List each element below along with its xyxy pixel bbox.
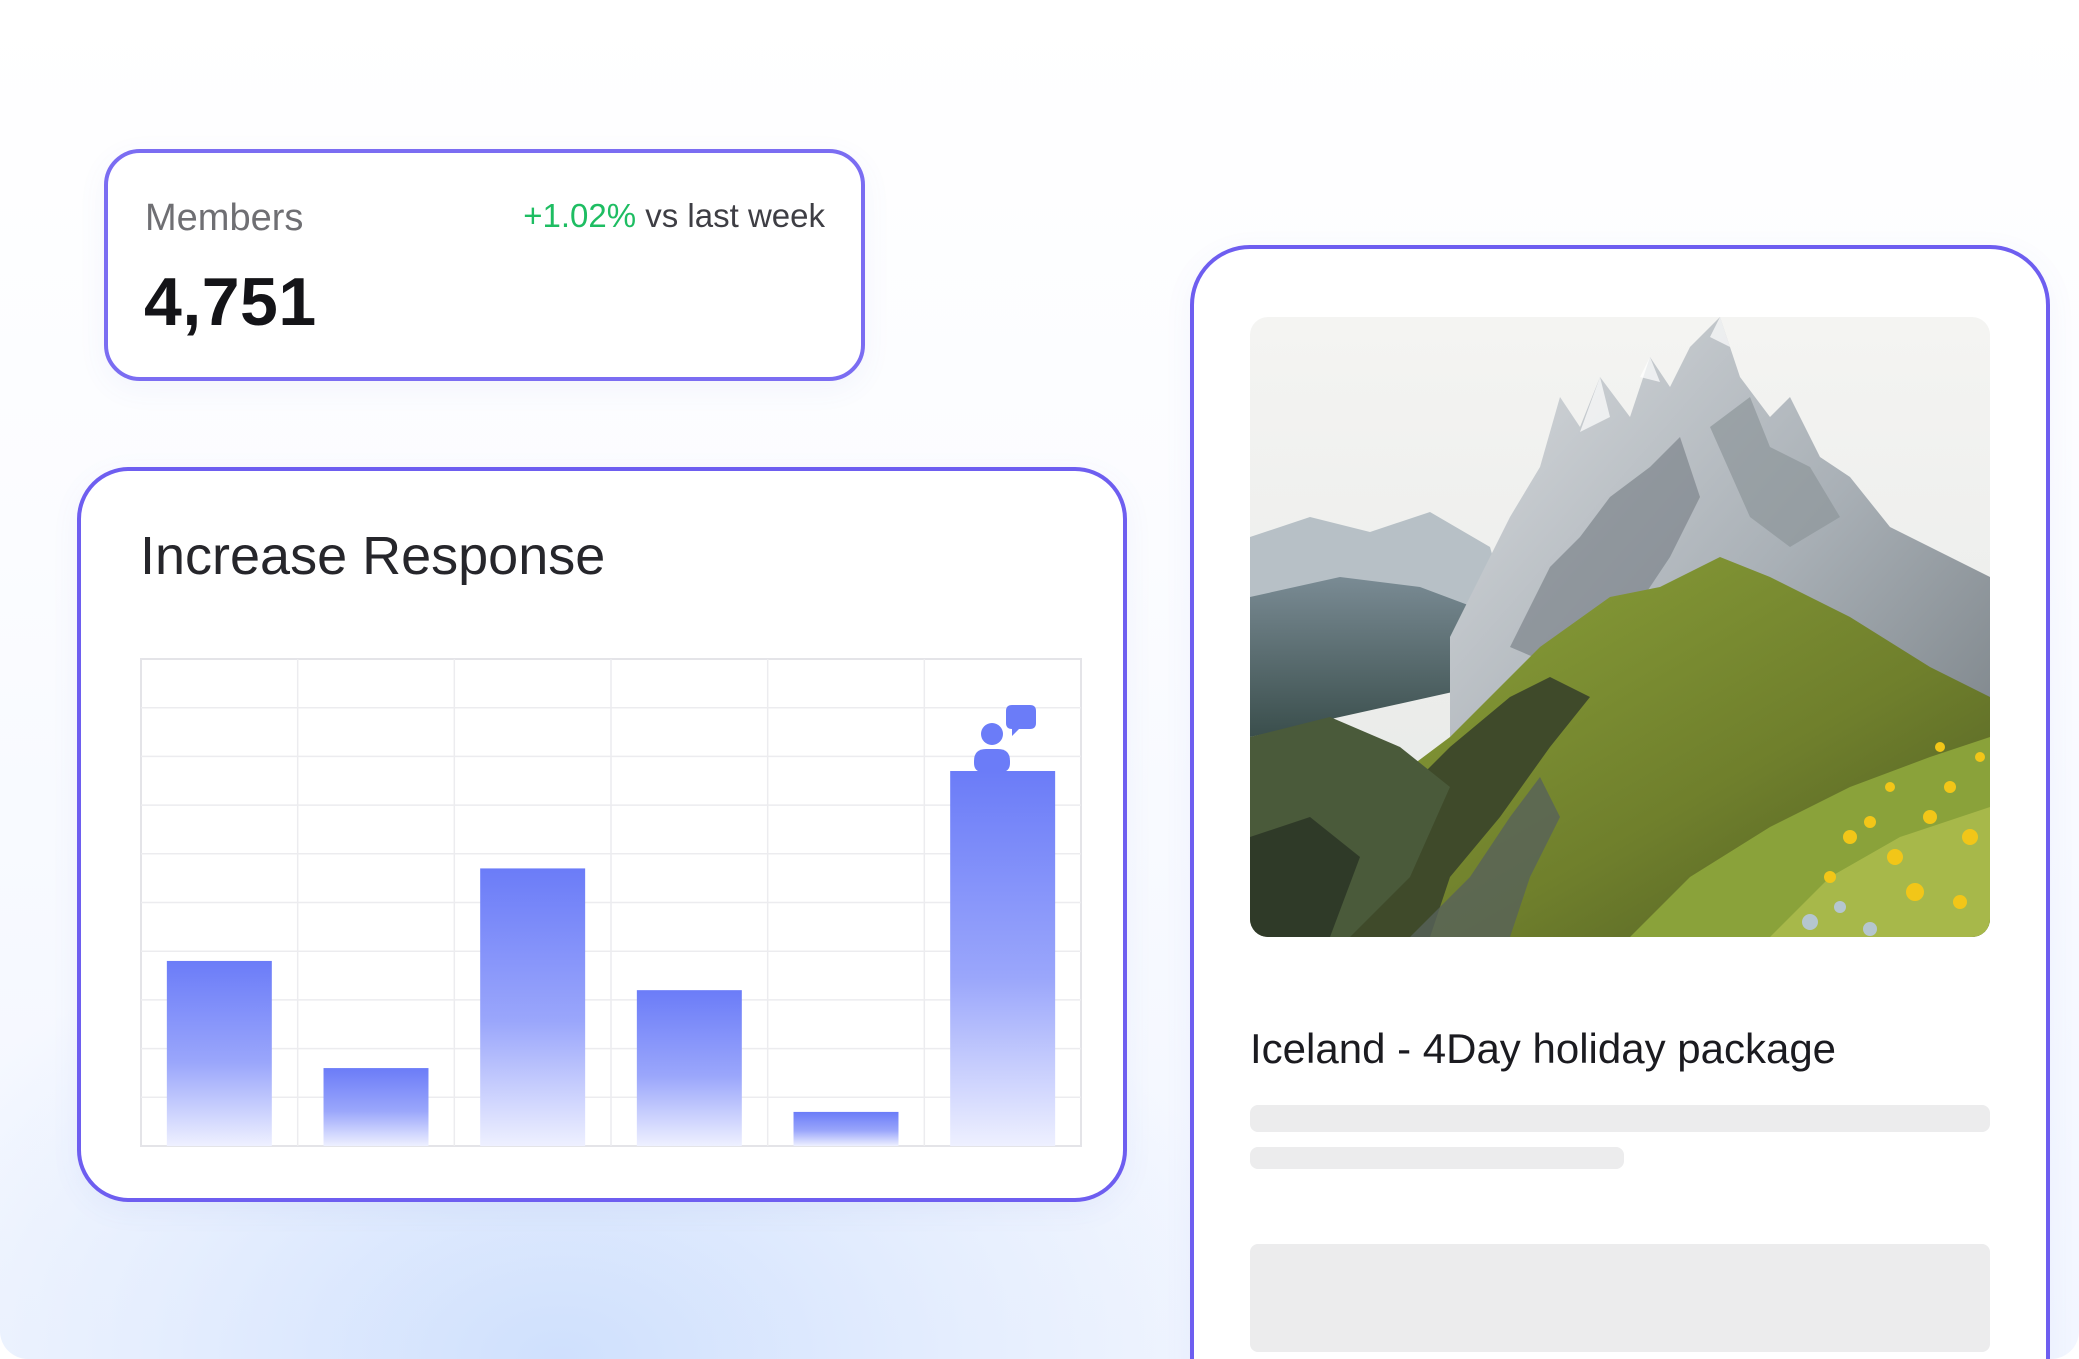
- members-stat-card: Members +1.02% vs last week 4,751: [104, 149, 865, 381]
- members-delta-value: +1.02%: [523, 197, 637, 234]
- chart-bar-3: [480, 868, 586, 1146]
- members-count: 4,751: [144, 264, 317, 340]
- travel-package-card[interactable]: Iceland - 4Day holiday package: [1190, 245, 2050, 1359]
- members-delta: +1.02% vs last week: [523, 197, 825, 235]
- mountain-landscape-image: [1250, 317, 1990, 937]
- chart-grid: [140, 658, 1082, 1147]
- travel-package-title[interactable]: Iceland - 4Day holiday package: [1250, 1025, 1836, 1073]
- skeleton-block: [1250, 1244, 1990, 1352]
- chart-bar-5: [793, 1111, 899, 1146]
- chart-bar-1: [166, 960, 272, 1146]
- mountain-photo: [1250, 317, 1990, 937]
- members-delta-suffix: vs last week: [636, 197, 825, 234]
- skeleton-line-1: [1250, 1105, 1990, 1132]
- chart-bar-4: [636, 990, 742, 1146]
- response-bar-chart: [140, 658, 1082, 1147]
- skeleton-line-2: [1250, 1147, 1624, 1169]
- response-chart-card: Increase Response: [77, 467, 1127, 1202]
- chart-bar-2: [323, 1068, 429, 1146]
- dashboard-canvas: Members +1.02% vs last week 4,751 Increa…: [0, 0, 2079, 1359]
- chart-bar-6: [950, 771, 1056, 1146]
- users-chat-icon: [974, 705, 1036, 772]
- members-label: Members: [145, 197, 304, 239]
